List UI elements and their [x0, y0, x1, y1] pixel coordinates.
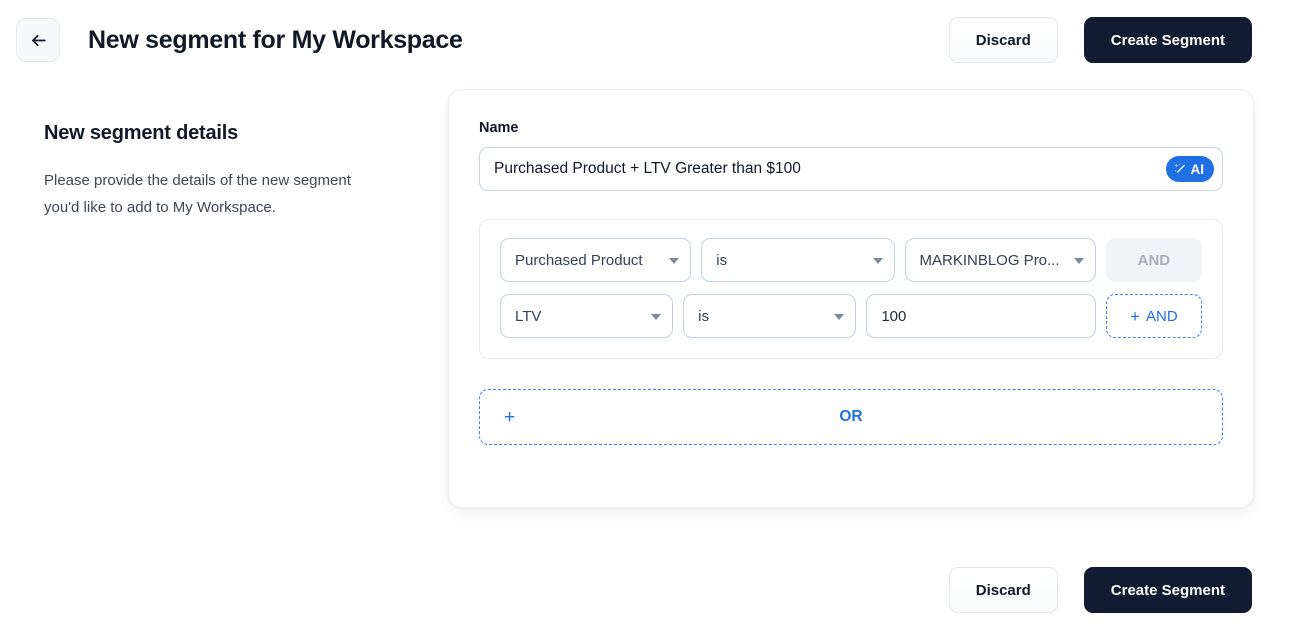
discard-button-top[interactable]: Discard	[948, 17, 1058, 63]
page-title: New segment for My Workspace	[88, 25, 463, 54]
segment-name-input[interactable]	[492, 148, 1210, 190]
segment-details-title: New segment details	[44, 122, 239, 144]
ai-badge-label: AI	[1190, 161, 1205, 177]
filter-row: Purchased Product is MARKINBLOG Pro... A…	[500, 238, 1202, 282]
magic-wand-sparkle-icon	[1173, 162, 1188, 177]
segment-form-card: Name AI Purchased Product is	[448, 89, 1254, 508]
chevron-down-icon	[872, 258, 883, 264]
chevron-down-icon	[651, 314, 662, 320]
ai-suggest-button[interactable]: AI	[1165, 156, 1214, 182]
create-segment-button-bottom[interactable]: Create Segment	[1083, 567, 1252, 613]
add-or-group-button[interactable]: + OR	[479, 389, 1223, 445]
discard-button-bottom[interactable]: Discard	[948, 567, 1058, 613]
filter-value-text-1: MARKINBLOG Pro...	[919, 251, 1060, 269]
chevron-down-icon	[669, 258, 680, 264]
filter-attribute-select-2[interactable]: LTV	[500, 294, 674, 338]
filter-row: LTV is + AND	[500, 294, 1202, 338]
filter-operator-select-1[interactable]: is	[701, 238, 895, 282]
chevron-down-icon	[834, 314, 845, 320]
name-field-wrapper: AI	[479, 147, 1223, 191]
or-button-label: OR	[839, 408, 863, 425]
plus-icon: +	[1130, 306, 1141, 326]
filter-operator-value-2: is	[698, 307, 709, 325]
create-segment-button-top[interactable]: Create Segment	[1083, 17, 1252, 63]
segment-details-description: Please provide the details of the new se…	[44, 172, 351, 216]
plus-icon: +	[504, 406, 516, 428]
connector-and-disabled: AND	[1105, 238, 1202, 282]
arrow-left-icon	[29, 31, 48, 50]
back-button[interactable]	[16, 18, 60, 62]
filter-value-select-1[interactable]: MARKINBLOG Pro...	[904, 238, 1096, 282]
filter-group: Purchased Product is MARKINBLOG Pro... A…	[479, 219, 1223, 359]
filter-operator-value-1: is	[716, 251, 728, 269]
filter-attribute-value-2: LTV	[515, 307, 542, 325]
app-header: New segment for My Workspace Discard Cre…	[0, 0, 1292, 80]
filter-value-input-2[interactable]	[866, 294, 1096, 338]
chevron-down-icon	[1073, 258, 1084, 264]
add-and-label: AND	[1146, 307, 1178, 325]
filter-attribute-value-1: Purchased Product	[515, 251, 643, 269]
add-and-condition-button[interactable]: + AND	[1105, 294, 1202, 338]
segment-details-panel: New segment details Please provide the d…	[44, 122, 374, 221]
filter-attribute-select-1[interactable]: Purchased Product	[500, 238, 692, 282]
name-field-label: Name	[479, 120, 519, 136]
filter-operator-select-2[interactable]: is	[683, 294, 857, 338]
form-footer-actions: Discard Create Segment	[948, 567, 1252, 613]
